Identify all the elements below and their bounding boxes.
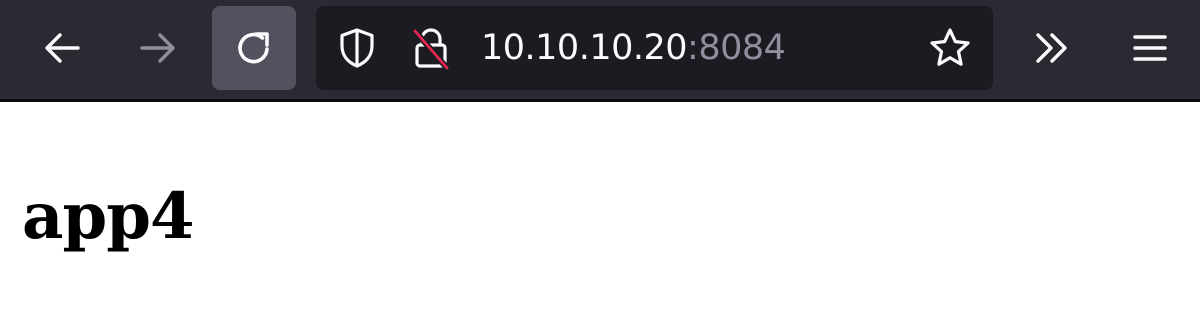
back-button[interactable] [20, 6, 104, 90]
star-icon [930, 28, 970, 66]
page-heading: app4 [22, 179, 194, 254]
chevron-double-right-icon [1036, 33, 1067, 63]
tracking-protection-button[interactable] [334, 6, 380, 90]
arrow-right-icon [140, 33, 175, 63]
hamburger-menu-icon [1133, 35, 1167, 61]
site-information-button[interactable] [408, 6, 454, 90]
browser-toolbar: 10.10.10.20:8084 [0, 0, 1200, 102]
overflow-menu-button[interactable] [1010, 6, 1094, 90]
url-port: :8084 [687, 28, 786, 68]
page-content: app4 [0, 102, 1200, 323]
shield-icon [340, 28, 374, 68]
app-menu-button[interactable] [1108, 6, 1192, 90]
arrow-left-icon [45, 33, 80, 63]
url-text[interactable]: 10.10.10.20:8084 [481, 6, 786, 90]
reload-button[interactable] [212, 6, 296, 90]
url-host: 10.10.10.20 [481, 28, 688, 68]
insecure-lock-icon [412, 28, 450, 70]
forward-button[interactable] [116, 6, 200, 90]
bookmark-button[interactable] [924, 6, 976, 90]
reload-icon [238, 32, 269, 64]
url-bar[interactable]: 10.10.10.20:8084 [316, 6, 993, 90]
